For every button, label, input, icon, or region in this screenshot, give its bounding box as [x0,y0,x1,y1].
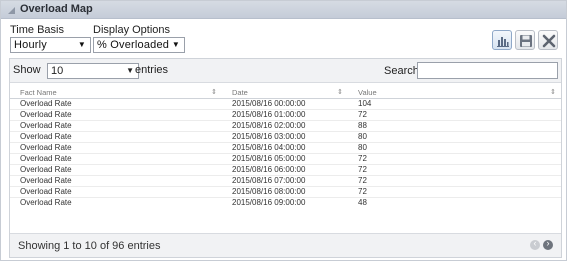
table-row[interactable]: Overload Rate 2015/08/16 06:00:00 72 [10,163,561,175]
cell-fact-name: Overload Rate [10,119,222,131]
cell-date: 2015/08/16 06:00:00 [222,163,348,175]
cell-date: 2015/08/16 00:00:00 [232,99,306,108]
display-options-value: % Overloaded [97,39,170,51]
cell-date: 2015/08/16 09:00:00 [222,196,348,208]
cell-date: 2015/08/16 03:00:00 [222,130,348,142]
table-row[interactable]: Overload Rate 2015/08/16 01:00:00 72 [10,108,561,120]
cell-fact-name: Overload Rate [20,99,72,108]
cell-fact-name: Overload Rate [10,108,222,120]
cell-value: 72 [348,174,561,186]
cell-value: 48 [348,196,561,208]
chevron-down-icon: ▼ [77,40,86,49]
cell-date: 2015/08/16 08:00:00 [222,185,348,197]
table-row[interactable]: Overload Rate 2015/08/16 09:00:00 48 [10,196,561,208]
chart-view-button[interactable] [492,30,512,50]
sort-icon: ⇕ [550,89,556,96]
table-row[interactable]: Overload Rate 2015/08/16 03:00:00 80 [10,130,561,142]
cell-value: 72 [348,163,561,175]
time-basis-value: Hourly [14,39,47,51]
column-header-value[interactable]: Value ⇕ [348,87,561,99]
search-input[interactable] [417,62,558,79]
cell-fact-name: Overload Rate [10,130,222,142]
sort-icon: ⇕ [337,89,343,96]
cell-fact-name: Overload Rate [10,185,222,197]
entries-label: entries [135,64,169,76]
cell-fact-name: Overload Rate [10,163,222,175]
time-basis-select[interactable]: Hourly ▼ [10,37,91,53]
cell-fact-name: Overload Rate [10,196,222,208]
cell-value: 88 [348,119,561,131]
column-header-fact-name[interactable]: Fact Name ⇕ [10,87,222,99]
table-row[interactable]: Overload Rate 2015/08/16 02:00:00 88 [10,119,561,131]
overload-map-panel: Overload Map Time Basis Hourly ▼ Display… [0,0,567,261]
previous-page-button[interactable]: ‹ [530,238,540,250]
show-label: Show [13,64,41,76]
time-basis-label: Time Basis [10,24,64,36]
table-header-row: Fact Name ⇕ Date ⇕ Value ⇕ [10,87,561,99]
cell-fact-name: Overload Rate [10,141,222,153]
page-length-select[interactable]: 10 ▼ [47,63,139,79]
table-row[interactable]: Overload Rate 2015/08/16 07:00:00 72 [10,174,561,186]
cell-fact-name: Overload Rate [10,152,222,164]
cell-date: 2015/08/16 07:00:00 [222,174,348,186]
column-header-date[interactable]: Date ⇕ [222,87,348,99]
cell-date: 2015/08/16 04:00:00 [222,141,348,153]
close-icon [542,34,556,48]
panel-header[interactable]: Overload Map [1,1,566,19]
page-length-value: 10 [51,65,64,77]
cell-value: 80 [348,141,561,153]
data-table: Fact Name ⇕ Date ⇕ Value ⇕ Overload Rate 201… [10,87,561,208]
chevron-left-icon: ‹ [533,238,537,248]
save-button[interactable] [515,30,535,50]
cell-value: 72 [348,108,561,120]
table-row[interactable]: Overload Rate 2015/08/16 05:00:00 72 [10,152,561,164]
table-row[interactable]: Overload Rate 2015/08/16 04:00:00 80 [10,141,561,153]
table-row[interactable]: Overload Rate 2015/08/16 00:00:00 104 [10,98,561,109]
chevron-right-icon: › [546,238,550,248]
cell-value: 80 [348,130,561,142]
display-options-label: Display Options [93,24,171,36]
chevron-down-icon: ▼ [126,66,134,75]
cell-value: 72 [348,152,561,164]
cell-date: 2015/08/16 02:00:00 [222,119,348,131]
panel-title: Overload Map [20,3,93,15]
display-options-select[interactable]: % Overloaded ▼ [93,37,185,53]
cell-date: 2015/08/16 01:00:00 [222,108,348,120]
sort-icon: ⇕ [211,89,217,96]
table-info: Showing 1 to 10 of 96 entries [18,240,161,252]
table-row[interactable]: Overload Rate 2015/08/16 08:00:00 72 [10,185,561,197]
cell-date: 2015/08/16 05:00:00 [222,152,348,164]
cell-value: 72 [348,185,561,197]
table-toolbar: Show 10 ▼ entries Search: [10,59,561,83]
cell-value: 104 [358,99,372,108]
save-icon [520,35,532,47]
close-button[interactable] [538,30,558,50]
bar-chart-icon [497,37,509,47]
table-footer: Showing 1 to 10 of 96 entries ‹ › [10,233,561,257]
next-page-button[interactable]: › [543,238,553,250]
chevron-down-icon: ▼ [171,40,180,49]
collapse-triangle-icon[interactable] [8,7,15,14]
data-table-container: Show 10 ▼ entries Search: Fact Name ⇕ Dat… [9,58,562,258]
cell-fact-name: Overload Rate [10,174,222,186]
